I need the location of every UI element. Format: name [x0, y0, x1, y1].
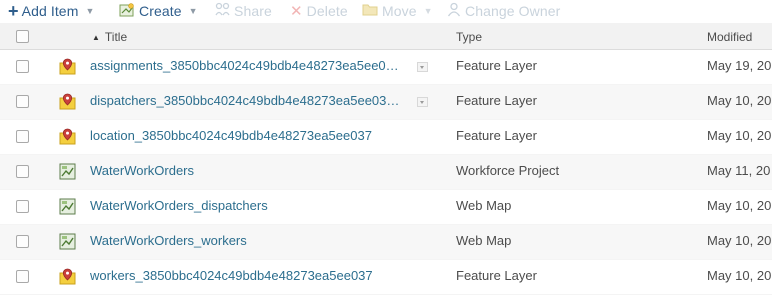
table-row: location_3850bbc4024c49bdb4e48273ea5ee03…: [0, 120, 772, 155]
share-icon: [215, 2, 230, 20]
web-map-icon: [59, 198, 76, 215]
chevron-down-icon: ▼: [423, 6, 433, 16]
title-header-label: Title: [104, 30, 128, 44]
share-button[interactable]: Share: [215, 1, 272, 21]
table-row: WaterWorkOrders Workforce Project May 11…: [0, 155, 772, 190]
row-checkbox[interactable]: [16, 130, 29, 143]
row-checkbox[interactable]: [16, 235, 29, 248]
sort-ascending-icon: ▲: [92, 33, 100, 42]
item-title-link[interactable]: location_3850bbc4024c49bdb4e48273ea5ee03…: [90, 128, 372, 143]
item-options-dropdown[interactable]: [417, 97, 428, 107]
chevron-down-icon: ▼: [85, 6, 95, 16]
change-owner-label: Change Owner: [465, 3, 561, 19]
title-column-header[interactable]: ▲ Title: [92, 30, 127, 44]
row-checkbox[interactable]: [16, 60, 29, 73]
row-checkbox[interactable]: [16, 200, 29, 213]
item-options-dropdown[interactable]: [417, 62, 428, 72]
type-column-header[interactable]: Type: [456, 30, 482, 44]
item-modified-date: May 10, 20: [707, 198, 772, 213]
plus-icon: +: [8, 1, 19, 21]
create-icon: [119, 2, 135, 20]
add-item-button[interactable]: + Add Item ▼: [8, 1, 94, 21]
item-modified-date: May 10, 20: [707, 268, 772, 283]
item-modified-date: May 10, 20: [707, 233, 772, 248]
share-label: Share: [234, 3, 272, 19]
item-title-link[interactable]: WaterWorkOrders_dispatchers: [90, 198, 268, 213]
item-modified-date: May 10, 20: [707, 93, 772, 108]
change-owner-button[interactable]: Change Owner: [447, 1, 560, 21]
feature-layer-icon: [59, 268, 76, 285]
create-label: Create: [139, 3, 182, 19]
item-type: Feature Layer: [456, 268, 537, 283]
table-row: workers_3850bbc4024c49bdb4e48273ea5ee037…: [0, 260, 772, 295]
item-title-link[interactable]: dispatchers_3850bbc4024c49bdb4e48273ea5e…: [90, 93, 399, 108]
item-title-link[interactable]: assignments_3850bbc4024c49bdb4e48273ea5e…: [90, 58, 399, 73]
chevron-down-icon: ▼: [188, 6, 198, 16]
user-icon: [447, 2, 461, 20]
web-map-icon: [59, 233, 76, 250]
toolbar: + Add Item ▼ Create ▼ Share ✕ Delete Mov…: [0, 0, 772, 22]
item-title-link[interactable]: workers_3850bbc4024c49bdb4e48273ea5ee037: [90, 268, 373, 283]
item-type: Web Map: [456, 198, 512, 213]
modified-column-header[interactable]: Modified: [707, 30, 752, 44]
item-title-link[interactable]: WaterWorkOrders: [90, 163, 194, 178]
feature-layer-icon: [59, 128, 76, 145]
row-checkbox[interactable]: [16, 270, 29, 283]
move-label: Move: [382, 3, 417, 19]
delete-label: Delete: [306, 3, 348, 19]
row-checkbox[interactable]: [16, 95, 29, 108]
folder-icon: [362, 3, 378, 19]
table-header: ▲ Title Type Modified: [0, 23, 772, 50]
move-button[interactable]: Move ▼: [362, 1, 433, 21]
item-type: Web Map: [456, 233, 512, 248]
map-document-icon: [59, 163, 76, 180]
add-item-label: Add Item: [21, 3, 79, 19]
item-type: Feature Layer: [456, 58, 537, 73]
item-type: Feature Layer: [456, 93, 537, 108]
table-row: WaterWorkOrders_dispatchers Web Map May …: [0, 190, 772, 225]
create-button[interactable]: Create ▼: [119, 1, 198, 21]
item-modified-date: May 11, 20: [707, 163, 771, 178]
items-table: ▲ Title Type Modified assignments_3850bbc…: [0, 23, 772, 295]
row-checkbox[interactable]: [16, 165, 29, 178]
item-type: Feature Layer: [456, 128, 537, 143]
table-row: WaterWorkOrders_workers Web Map May 10, …: [0, 225, 772, 260]
item-type: Workforce Project: [456, 163, 560, 178]
item-title-link[interactable]: WaterWorkOrders_workers: [90, 233, 247, 248]
table-row: assignments_3850bbc4024c49bdb4e48273ea5e…: [0, 50, 772, 85]
delete-icon: ✕: [290, 3, 303, 20]
feature-layer-icon: [59, 93, 76, 110]
delete-button[interactable]: ✕ Delete: [290, 1, 348, 21]
item-modified-date: May 10, 20: [707, 128, 772, 143]
table-row: dispatchers_3850bbc4024c49bdb4e48273ea5e…: [0, 85, 772, 120]
feature-layer-icon: [59, 58, 76, 75]
item-modified-date: May 19, 20: [707, 58, 772, 73]
select-all-checkbox[interactable]: [16, 30, 29, 43]
